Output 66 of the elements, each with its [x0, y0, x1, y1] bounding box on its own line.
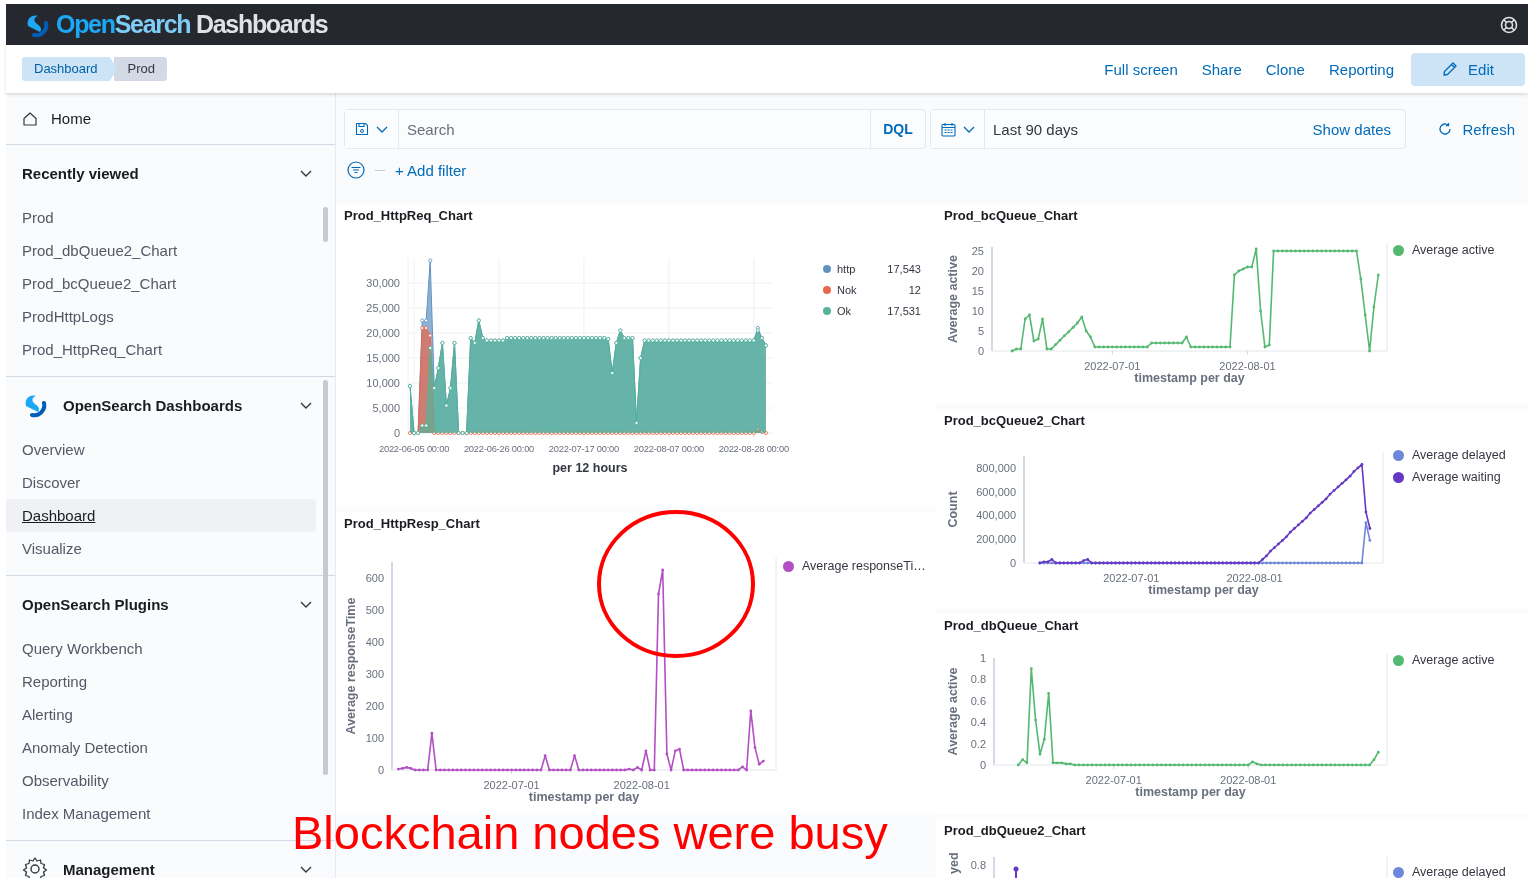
date-range: Last 90 days	[992, 120, 1079, 138]
axis-title: timestamp per day	[1135, 785, 1246, 799]
tick-label: 0.4	[970, 716, 986, 729]
tick-label: 800,000	[976, 461, 1016, 474]
tick-label: 30,000	[366, 277, 400, 289]
tick-label: 2022-07-01	[483, 779, 540, 791]
tick-label: 15	[971, 285, 984, 297]
tick-label: 500	[365, 604, 384, 616]
tick-label: 0	[977, 345, 984, 357]
tick-label: 2022-08-01	[613, 779, 670, 791]
tick-label: 2022-07-01	[1103, 572, 1160, 584]
tick-label: 0.6	[970, 694, 986, 707]
tick-label: 25,000	[366, 302, 400, 314]
tick-label: 0	[1009, 557, 1016, 569]
legend-value: 12	[907, 284, 921, 296]
tick-label: 2022-06-26 00:00	[463, 444, 535, 454]
tick-label: 300	[365, 668, 384, 680]
axis-title: timestamp per day	[1134, 371, 1245, 385]
tick-label: 10	[971, 305, 984, 317]
tick-label: 200	[365, 700, 384, 712]
panel-title: Prod_bcQueue_Chart	[944, 208, 1079, 224]
tick-label: 2022-07-17 00:00	[548, 444, 620, 454]
tick-label: 20,000	[366, 327, 400, 339]
tick-label: 2022-07-01	[1084, 360, 1141, 372]
axis-title: Average responseTime	[344, 597, 358, 735]
panel-title: Prod_HttpResp_Chart	[344, 516, 481, 532]
axis-title: yed	[947, 852, 961, 874]
axis-title: Average active	[946, 667, 960, 756]
tick-label: 400	[365, 636, 384, 648]
tick-label: 2022-08-01	[1220, 774, 1277, 786]
tick-label: 2022-08-28 00:00	[718, 444, 789, 454]
tick-label: 0	[393, 427, 400, 439]
panel-title: Prod_dbQueue2_Chart	[944, 823, 1087, 839]
tick-label: 400,000	[976, 509, 1016, 522]
axis-title: timestamp per day	[1148, 583, 1259, 597]
tick-label: 20	[971, 265, 984, 277]
tick-label: 2022-08-01	[1219, 360, 1276, 372]
tick-label: 1	[979, 652, 986, 664]
panel-title: Prod_HttpReq_Chart	[344, 208, 474, 224]
tick-label: 2022-08-07 00:00	[633, 444, 704, 454]
tick-label: 10,000	[366, 377, 400, 389]
tick-label: 100	[365, 732, 384, 744]
tick-label: 0.8	[970, 859, 986, 871]
tick-label: 25	[971, 245, 984, 257]
panel-title: Prod_dbQueue_Chart	[944, 618, 1080, 634]
annotation-text: Blockchain nodes were busy	[292, 806, 888, 860]
axis-title: per 12 hours	[552, 461, 628, 475]
tick-label: 5	[977, 325, 984, 337]
axis-title: Average active	[946, 255, 960, 343]
tick-label: 15,000	[366, 352, 400, 364]
tick-label: 2022-07-01	[1085, 774, 1142, 786]
tick-label: 5,000	[372, 402, 400, 414]
legend-value: 17,531	[886, 305, 921, 317]
panel-title: Prod_bcQueue2_Chart	[944, 413, 1086, 429]
tick-label: 0.2	[970, 737, 986, 750]
tick-label: 2022-06-05 00:00	[378, 444, 450, 454]
tick-label: 0.8	[970, 673, 986, 686]
tick-label: 600,000	[976, 485, 1016, 498]
axis-title: Count	[946, 491, 960, 528]
tick-label: 600	[365, 572, 384, 584]
tick-label: 2022-08-01	[1226, 572, 1283, 584]
tick-label: 200,000	[976, 533, 1016, 546]
legend-value: 17,543	[886, 263, 921, 275]
axis-title: timestamp per day	[528, 790, 640, 804]
tick-label: 0	[377, 764, 384, 776]
tick-label: 0	[979, 759, 986, 771]
